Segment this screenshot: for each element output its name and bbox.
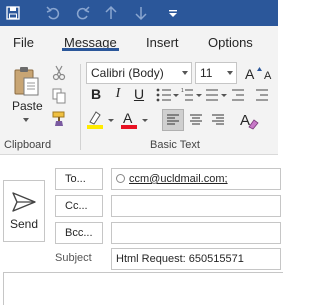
ribbon-tabs: File Message Insert Options <box>0 26 278 60</box>
numbering-icon[interactable] <box>196 86 278 104</box>
align-left-icon[interactable] <box>162 109 184 131</box>
clipboard-group-label: Clipboard <box>4 139 52 151</box>
cc-button[interactable]: Cc... <box>55 195 103 217</box>
save-icon[interactable] <box>4 4 22 22</box>
font-color-icon[interactable]: A <box>120 110 154 130</box>
format-painter-icon[interactable] <box>50 110 68 128</box>
send-label: Send <box>9 217 39 231</box>
bold-button[interactable]: B <box>88 86 104 102</box>
to-recipient[interactable]: ccm@ucldmail.com; <box>129 173 228 185</box>
redo-icon[interactable] <box>74 4 92 22</box>
paste-button[interactable]: Paste <box>12 99 43 113</box>
basic-text-group-label: Basic Text <box>150 139 200 151</box>
underline-button[interactable]: U <box>131 86 147 102</box>
subject-field[interactable]: Html Request: 650515571 <box>111 248 281 270</box>
paste-icon[interactable] <box>10 64 42 98</box>
tab-options[interactable]: Options <box>208 35 253 50</box>
subject-label: Subject <box>55 252 92 264</box>
svg-text:A: A <box>245 66 255 81</box>
active-tab-indicator <box>62 48 119 51</box>
font-family-select[interactable]: Calibri (Body) <box>86 62 192 84</box>
clear-formatting-icon[interactable]: A <box>238 109 260 131</box>
ribbon: Paste Clipboard Calibri (Body) 11 A A B … <box>0 60 278 155</box>
title-bar <box>0 0 278 26</box>
shrink-font-icon[interactable]: A <box>263 64 279 82</box>
presence-icon <box>116 173 125 183</box>
svg-text:A: A <box>123 110 133 126</box>
customize-toolbar-icon[interactable] <box>164 4 182 22</box>
group-separator <box>80 64 81 150</box>
font-family-value: Calibri (Body) <box>91 66 164 80</box>
to-field[interactable]: ccm@ucldmail.com; <box>111 168 281 190</box>
font-size-select[interactable]: 11 <box>195 62 237 84</box>
bcc-field[interactable] <box>111 222 281 244</box>
to-button[interactable]: To... <box>55 168 103 190</box>
align-center-icon[interactable] <box>186 109 206 131</box>
tab-file[interactable]: File <box>13 35 34 50</box>
italic-button[interactable]: I <box>110 86 126 102</box>
align-right-icon[interactable] <box>208 109 228 131</box>
chevron-down-icon <box>182 71 188 75</box>
bcc-button[interactable]: Bcc... <box>55 222 103 244</box>
send-button[interactable]: Send <box>3 180 45 242</box>
highlight-icon[interactable] <box>86 110 120 130</box>
paste-dropdown-icon[interactable] <box>23 118 29 122</box>
arrow-down-icon[interactable] <box>132 4 150 22</box>
svg-text:A: A <box>264 70 272 81</box>
arrow-up-icon[interactable] <box>102 4 120 22</box>
tab-insert[interactable]: Insert <box>146 35 179 50</box>
font-size-value: 11 <box>200 66 213 80</box>
undo-icon[interactable] <box>44 4 62 22</box>
send-icon <box>12 192 36 212</box>
svg-text:A: A <box>240 112 250 129</box>
svg-text:1: 1 <box>181 88 184 94</box>
chevron-down-icon <box>227 71 233 75</box>
copy-icon[interactable] <box>50 87 68 105</box>
cut-icon[interactable] <box>50 64 68 82</box>
grow-font-icon[interactable]: A <box>243 64 263 82</box>
bullets-icon[interactable]: 1 <box>154 86 194 104</box>
cc-field[interactable] <box>111 195 281 217</box>
message-body[interactable] <box>3 272 283 305</box>
